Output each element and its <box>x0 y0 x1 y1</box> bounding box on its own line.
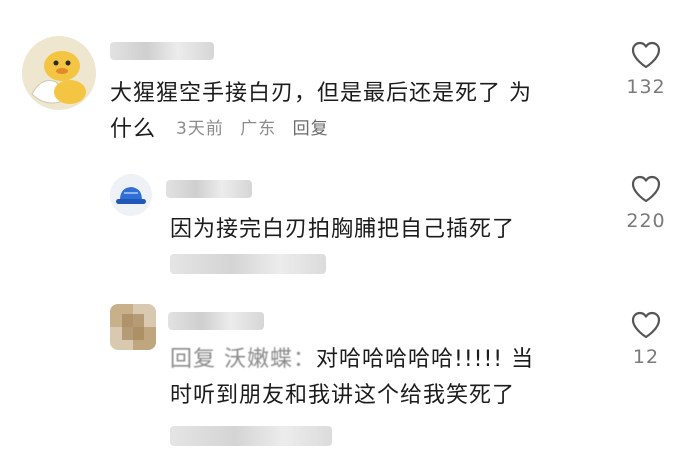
reply-text-line-1: 对哈哈哈哈哈!!!!! 当 <box>316 347 535 372</box>
like-count: 132 <box>626 76 666 98</box>
heart-icon <box>631 41 661 69</box>
comment-location: 广东 <box>240 119 277 139</box>
like-button[interactable]: 12 <box>616 310 676 368</box>
heart-icon <box>631 175 661 203</box>
heart-icon <box>631 311 661 339</box>
reply-text: 因为接完白刃拍胸脯把自己插死了 <box>170 217 516 242</box>
like-count: 220 <box>626 210 666 232</box>
reply-button[interactable]: 回复 <box>293 119 329 139</box>
avatar[interactable] <box>110 174 152 216</box>
username-blurred[interactable] <box>110 42 214 60</box>
comment-text: 大猩猩空手接白刃，但是最后还是死了 为 什么 3天前 广东 回复 <box>110 76 610 149</box>
reply-meta-blurred <box>170 254 326 274</box>
reply-meta-blurred <box>170 426 332 446</box>
username-blurred[interactable] <box>168 312 264 330</box>
comment-text-line-2: 什么 <box>110 117 157 142</box>
username-blurred[interactable] <box>166 180 252 198</box>
reply-text-line-2: 时听到朋友和我讲这个给我笑死了 <box>170 383 516 408</box>
avatar[interactable] <box>22 36 96 110</box>
comment-meta: 3天前 广东 回复 <box>176 119 339 139</box>
blue-hat-avatar-icon <box>110 174 152 216</box>
reply-text: 回复 沃嫩蝶：对哈哈哈哈哈!!!!! 当 时听到朋友和我讲这个给我笑死了 <box>170 342 610 414</box>
like-count: 12 <box>632 346 660 368</box>
comment-time: 3天前 <box>176 119 224 139</box>
duck-avatar-icon <box>22 36 96 110</box>
blurred-avatar-icon <box>110 304 156 350</box>
reply-to-prefix[interactable]: 回复 沃嫩蝶： <box>170 347 316 372</box>
like-button[interactable]: 220 <box>616 174 676 232</box>
like-button[interactable]: 132 <box>616 40 676 98</box>
comment-text-line-1: 大猩猩空手接白刃，但是最后还是死了 为 <box>110 81 532 106</box>
avatar[interactable] <box>110 304 156 350</box>
